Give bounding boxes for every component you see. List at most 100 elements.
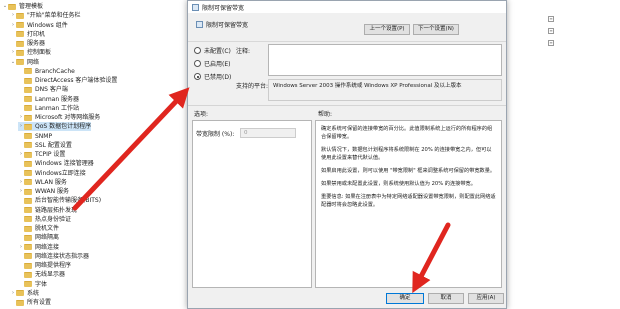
tree-item-label: Lanman 工作站 xyxy=(35,104,80,112)
options-label: 选项: xyxy=(194,111,209,118)
tree-item-label: 控制面板 xyxy=(27,49,52,57)
tree-item[interactable]: 所有设置 xyxy=(10,298,51,307)
tree-item-label: Windows 组件 xyxy=(27,21,68,29)
radio-disabled-dot[interactable] xyxy=(194,73,201,80)
tree-item-label: DNS 客户端 xyxy=(35,86,68,94)
tree-item[interactable]: 脱机文件 xyxy=(18,224,59,233)
divider xyxy=(188,105,506,106)
folder-icon xyxy=(16,40,24,47)
tree-item-label: Microsoft 对等网络服务 xyxy=(35,114,101,121)
tree-item-label: "开始"菜单和任务栏 xyxy=(27,12,81,20)
folder-icon xyxy=(16,12,24,19)
tree-item[interactable]: Windows立即连接 xyxy=(18,169,86,178)
tree-item[interactable]: › QoS 数据包计划程序 xyxy=(18,122,92,132)
folder-icon xyxy=(24,188,32,195)
tree-item-label: 脱机文件 xyxy=(35,225,60,232)
tree-item[interactable]: Lanman 工作站 xyxy=(18,104,79,113)
folder-icon xyxy=(24,262,32,269)
folder-icon xyxy=(16,290,24,297)
tree-item-label: 无线显示器 xyxy=(35,271,66,279)
radio-not-configured-dot[interactable] xyxy=(194,47,201,54)
tree-item-label: 后台智能传输服务(BITS) xyxy=(35,197,102,205)
tree-item-label: 服务器 xyxy=(27,40,46,47)
folder-icon xyxy=(16,299,24,306)
tree-item-label: 链路层拓扑发现 xyxy=(35,206,78,214)
tree-item[interactable]: SNMP xyxy=(18,132,52,141)
tree-item[interactable]: ⌄ 网络 xyxy=(10,58,39,67)
policy-icon xyxy=(192,3,199,11)
bandwidth-limit-label: 带宽限制 (%): xyxy=(196,131,235,138)
comment-label: 注释: xyxy=(236,48,251,55)
tree-item[interactable]: › "开始"菜单和任务栏 xyxy=(10,11,81,20)
tree-item[interactable]: › WLAN 服务 xyxy=(18,178,67,187)
tree-item[interactable]: 网络隔离 xyxy=(18,233,59,242)
tree-item[interactable]: 网络提供程序 xyxy=(18,261,71,270)
policy-title: 限制可保留带宽 xyxy=(206,22,249,29)
next-setting-button[interactable]: 下一个设置(N) xyxy=(413,24,459,35)
options-pane xyxy=(192,120,312,288)
tree-item-label: WWAN 服务 xyxy=(35,188,70,195)
tree-item[interactable]: Lanman 服务器 xyxy=(18,95,79,104)
radio-disabled[interactable]: 已禁用(D) xyxy=(194,72,231,81)
screen: ⌄ 管理模板 › "开始"菜单和任务栏 › Windows 组件 打印机服务器 › 控制面板 ⌄ 网… xyxy=(0,0,620,309)
help-paragraph: 重要信息: 如果在注册表中为特定网络适配器设置带宽限制，则配置此网络适配器时将会… xyxy=(321,194,496,208)
tree-item-label: 网络提供程序 xyxy=(35,262,72,269)
tree-item[interactable]: DirectAccess 客户端体验设置 xyxy=(18,76,117,85)
tree-item-label: 系统 xyxy=(27,289,40,297)
tree-item[interactable]: ⌄ 管理模板 xyxy=(2,2,43,11)
cancel-button[interactable]: 取消 xyxy=(428,293,464,304)
radio-not-configured[interactable]: 未配置(C) xyxy=(194,46,231,55)
tree-item-label: QoS 数据包计划程序 xyxy=(35,123,92,131)
tree-item-label: TCPIP 设置 xyxy=(35,151,66,158)
radio-enabled[interactable]: 已启用(E) xyxy=(194,59,230,68)
tree-item[interactable]: 服务器 xyxy=(10,39,45,48)
folder-icon xyxy=(24,207,32,213)
radio-disabled-label: 已禁用(D) xyxy=(204,74,232,81)
comment-textarea[interactable] xyxy=(268,44,502,76)
folder-icon xyxy=(24,86,32,93)
tree-item-label: 所有设置 xyxy=(27,299,52,306)
dialog-titlebar[interactable]: 限制可保留带宽 xyxy=(188,1,506,13)
list-setting-icon: ≡ xyxy=(548,40,554,46)
tree-item[interactable]: › 控制面板 xyxy=(10,48,51,57)
tree-item[interactable]: 链路层拓扑发现 xyxy=(18,206,77,215)
ok-button[interactable]: 确定 xyxy=(386,293,424,304)
tree-item[interactable]: DNS 客户端 xyxy=(18,85,68,94)
tree-item-label: 管理模板 xyxy=(19,3,44,10)
folder-icon xyxy=(16,22,24,28)
tree-item[interactable]: 字体 xyxy=(18,280,47,289)
folder-icon xyxy=(24,253,32,260)
radio-enabled-dot[interactable] xyxy=(194,60,201,67)
tree-item[interactable]: 后台智能传输服务(BITS) xyxy=(18,196,101,205)
folder-icon xyxy=(24,151,32,158)
apply-button[interactable]: 应用(A) xyxy=(468,293,504,304)
folder-icon xyxy=(24,225,32,232)
tree-item[interactable]: › TCPIP 设置 xyxy=(18,150,65,159)
folder-icon xyxy=(24,197,32,204)
folder-icon xyxy=(24,96,32,102)
tree-item[interactable]: 打印机 xyxy=(10,30,45,39)
previous-setting-button[interactable]: 上一个设置(P) xyxy=(364,24,410,35)
tree-item[interactable]: BranchCache xyxy=(18,67,75,76)
tree-item[interactable]: 无线显示器 xyxy=(18,270,65,279)
tree-item[interactable]: SSL 配置设置 xyxy=(18,141,72,150)
folder-icon xyxy=(24,77,32,84)
folder-icon xyxy=(16,49,24,56)
tree-item-label: 热点身份验证 xyxy=(35,215,72,223)
folder-icon xyxy=(24,105,32,112)
tree-item[interactable]: 网络连接状态指示器 xyxy=(18,252,89,261)
tree-item[interactable]: › Microsoft 对等网络服务 xyxy=(18,113,100,122)
bandwidth-limit-input[interactable]: 0 xyxy=(240,128,296,138)
help-pane: 确定系统可保留的连接带宽的百分比。此值限制系统上运行的所有程序的组合保留带宽。 … xyxy=(315,120,502,288)
tree-item-label: 网络连接状态指示器 xyxy=(35,252,90,260)
tree-item-label: 打印机 xyxy=(27,30,46,38)
tree-item-label: SNMP xyxy=(35,132,53,140)
list-setting-icon: ≡ xyxy=(548,16,554,22)
tree-item[interactable]: › 系统 xyxy=(10,289,39,298)
tree-item[interactable]: › WWAN 服务 xyxy=(18,187,69,196)
tree-item[interactable]: › 网络连接 xyxy=(18,243,59,252)
tree-item[interactable]: Windows 连接管理器 xyxy=(18,159,94,168)
tree-item[interactable]: › Windows 组件 xyxy=(10,21,68,30)
tree-item[interactable]: 热点身份验证 xyxy=(18,215,71,224)
radio-enabled-label: 已启用(E) xyxy=(204,61,231,68)
